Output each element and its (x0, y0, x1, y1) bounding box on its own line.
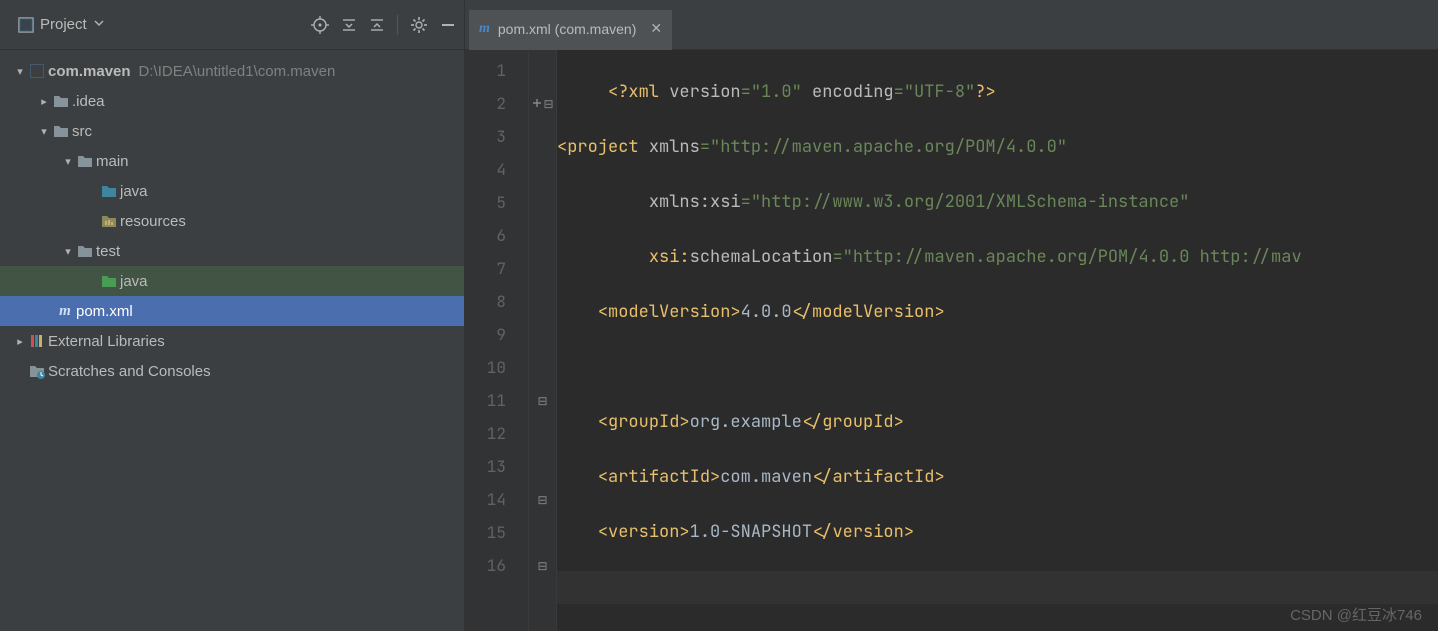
library-icon (28, 332, 46, 350)
gear-icon[interactable] (410, 16, 428, 34)
folder-icon (52, 122, 70, 140)
chevron-down-icon[interactable]: ▾ (60, 155, 76, 168)
maven-file-icon: m (479, 21, 490, 37)
folder-icon (76, 152, 94, 170)
fold-close-icon[interactable]: ⊟ (537, 559, 547, 573)
expand-all-icon[interactable] (341, 17, 357, 33)
tree-main-java[interactable]: java (0, 176, 464, 206)
tree-root-path: D:\IDEA\untitled1\com.maven (139, 63, 336, 80)
tree-root-label: com.maven (48, 63, 131, 80)
close-icon[interactable]: ✕ (650, 20, 662, 37)
project-tree[interactable]: ▾ com.maven D:\IDEA\untitled1\com.maven … (0, 50, 465, 631)
module-icon (28, 62, 46, 80)
fold-open-icon[interactable] (531, 98, 543, 110)
watermark: CSDN @红豆冰746 (1290, 604, 1422, 625)
folder-icon (52, 92, 70, 110)
fold-close-icon[interactable]: ⊟ (537, 493, 547, 507)
editor-area[interactable]: <?xml version="1.0" encoding="UTF-8"?> <… (557, 50, 1438, 631)
project-icon (18, 17, 34, 33)
tree-pom[interactable]: m pom.xml (0, 296, 464, 326)
tab-pom-xml[interactable]: m pom.xml (com.maven) ✕ (469, 10, 672, 50)
tree-test-java[interactable]: java (0, 266, 464, 296)
project-tool-label[interactable]: Project (18, 16, 109, 33)
chevron-down-icon[interactable]: ▾ (60, 245, 76, 258)
resources-folder-icon (100, 212, 118, 230)
scratches-icon (28, 362, 46, 380)
locate-icon[interactable] (311, 16, 329, 34)
minimize-icon[interactable] (440, 17, 456, 33)
test-folder-icon (100, 272, 118, 290)
tab-title: pom.xml (com.maven) (498, 21, 636, 37)
chevron-down-icon[interactable]: ▾ (12, 65, 28, 78)
collapse-all-icon[interactable] (369, 17, 385, 33)
tree-resources[interactable]: resources (0, 206, 464, 236)
tree-idea[interactable]: ▸ .idea (0, 86, 464, 116)
project-tool-text: Project (40, 16, 87, 33)
tree-ext-libs[interactable]: ▸ External Libraries (0, 326, 464, 356)
line-gutter: 1234 5678 9101112 13141516 (465, 50, 529, 631)
chevron-down-icon[interactable]: ▾ (36, 125, 52, 138)
tree-main[interactable]: ▾ main (0, 146, 464, 176)
tree-src[interactable]: ▾ src (0, 116, 464, 146)
fold-open-icon[interactable]: ⊟ (537, 394, 547, 408)
chevron-right-icon[interactable]: ▸ (36, 95, 52, 108)
fold-gutter: ⊟ ⊟ ⊟ ⊟ (529, 50, 557, 631)
folder-icon (76, 242, 94, 260)
tree-test[interactable]: ▾ test (0, 236, 464, 266)
chevron-down-icon[interactable] (93, 17, 109, 33)
maven-file-icon: m (56, 302, 74, 320)
tree-root[interactable]: ▾ com.maven D:\IDEA\untitled1\com.maven (0, 56, 464, 86)
chevron-right-icon[interactable]: ▸ (12, 335, 28, 348)
source-folder-icon (100, 182, 118, 200)
tree-scratches[interactable]: Scratches and Consoles (0, 356, 464, 386)
